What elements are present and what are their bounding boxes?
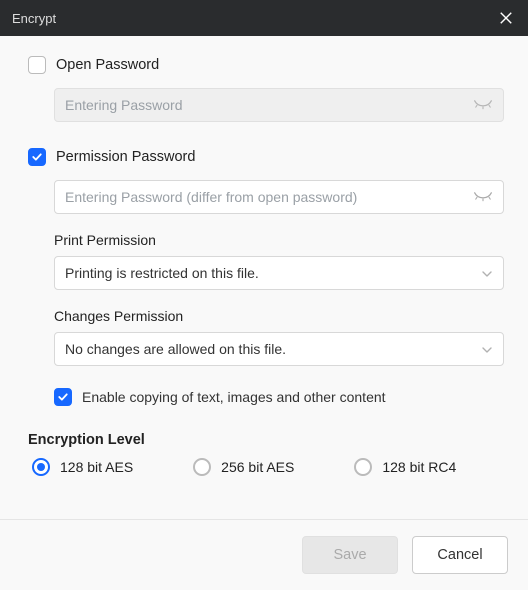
changes-permission-label: Changes Permission — [54, 308, 500, 324]
radio-128-aes[interactable]: 128 bit AES — [32, 458, 133, 476]
permission-password-field[interactable] — [54, 180, 504, 214]
changes-permission-select[interactable]: No changes are allowed on this file. — [54, 332, 504, 366]
open-password-label: Open Password — [56, 57, 159, 73]
chevron-down-icon — [481, 267, 493, 279]
cancel-button[interactable]: Cancel — [412, 536, 508, 574]
changes-permission-value: No changes are allowed on this file. — [65, 341, 286, 357]
encryption-level-section: Encryption Level 128 bit AES 256 bit AES… — [28, 432, 500, 476]
close-icon[interactable] — [496, 8, 516, 28]
permission-password-section: Permission Password Print Permission Pri… — [28, 148, 500, 406]
print-permission-label: Print Permission — [54, 232, 500, 248]
open-password-input — [65, 97, 473, 113]
window-title: Encrypt — [12, 11, 56, 26]
enable-copy-checkbox[interactable] — [54, 388, 72, 406]
radio-label: 128 bit RC4 — [382, 459, 456, 475]
radio-256-aes[interactable]: 256 bit AES — [193, 458, 294, 476]
save-button: Save — [302, 536, 398, 574]
permission-password-input[interactable] — [65, 189, 473, 205]
open-password-field — [54, 88, 504, 122]
eye-icon[interactable] — [473, 190, 493, 204]
enable-copy-row: Enable copying of text, images and other… — [54, 388, 500, 406]
footer: Save Cancel — [0, 519, 528, 590]
enable-copy-label: Enable copying of text, images and other… — [82, 389, 386, 405]
encryption-level-label: Encryption Level — [28, 432, 500, 448]
radio-label: 256 bit AES — [221, 459, 294, 475]
titlebar: Encrypt — [0, 0, 528, 36]
eye-icon — [473, 98, 493, 112]
print-permission-select[interactable]: Printing is restricted on this file. — [54, 256, 504, 290]
print-permission-value: Printing is restricted on this file. — [65, 265, 259, 281]
radio-label: 128 bit AES — [60, 459, 133, 475]
radio-128-rc4[interactable]: 128 bit RC4 — [354, 458, 456, 476]
open-password-checkbox[interactable] — [28, 56, 46, 74]
open-password-section: Open Password — [28, 56, 500, 122]
permission-password-label: Permission Password — [56, 149, 195, 165]
permission-password-checkbox[interactable] — [28, 148, 46, 166]
chevron-down-icon — [481, 343, 493, 355]
